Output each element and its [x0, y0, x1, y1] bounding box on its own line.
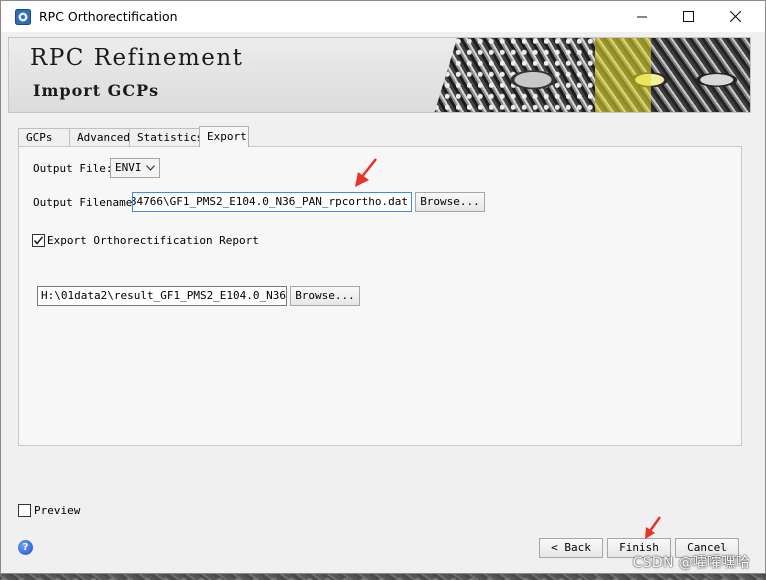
satellite-image-grayscale	[434, 38, 599, 112]
tab-bar: GCPs Advanced Statistics Export	[18, 126, 249, 147]
dialog-window: RPC Orthorectification RPC Refinement Im…	[0, 0, 766, 574]
export-report-label: Export Orthorectification Report	[47, 234, 259, 247]
banner-subtitle: Import GCPs	[33, 81, 160, 100]
tab-statistics[interactable]: Statistics	[129, 128, 203, 147]
output-file-select[interactable]: ENVI	[110, 158, 160, 178]
export-panel: Output File: ENVI Output Filename: 00028…	[18, 146, 742, 446]
output-filename-browse-button[interactable]: Browse...	[415, 192, 485, 212]
output-file-value: ENVI	[115, 161, 142, 174]
minimize-icon	[637, 16, 647, 17]
tab-export[interactable]: Export	[199, 126, 249, 147]
maximize-icon	[682, 11, 694, 22]
banner-title: RPC Refinement	[30, 45, 244, 71]
preview-checkbox[interactable]	[18, 504, 31, 517]
window-title: RPC Orthorectification	[39, 9, 178, 24]
report-path-field[interactable]: H:\01data2\result_GF1_PMS2_E104.0_N36.0_…	[37, 286, 287, 306]
help-icon[interactable]: ?	[18, 540, 33, 555]
output-filename-value: 000284766\GF1_PMS2_E104.0_N36_PAN_rpcort…	[132, 195, 408, 208]
watermark-text: CSDN @嚯嚯嘿哈	[632, 555, 750, 571]
wizard-banner: RPC Refinement Import GCPs	[8, 37, 751, 113]
title-bar: RPC Orthorectification	[1, 1, 765, 32]
preview-label: Preview	[34, 504, 81, 517]
output-file-label: Output File:	[33, 162, 113, 175]
report-browse-button[interactable]: Browse...	[290, 286, 360, 306]
close-icon	[729, 11, 741, 22]
close-button[interactable]	[712, 1, 758, 32]
checkmark-icon	[33, 236, 44, 245]
back-button[interactable]: < Back	[539, 538, 603, 558]
tab-gcps[interactable]: GCPs	[18, 128, 70, 147]
envi-app-icon	[15, 8, 31, 25]
maximize-button[interactable]	[665, 1, 711, 32]
satellite-image-highlighted	[595, 38, 750, 112]
tab-advanced[interactable]: Advanced	[69, 128, 130, 147]
output-filename-field[interactable]: 000284766\GF1_PMS2_E104.0_N36_PAN_rpcort…	[132, 192, 412, 212]
report-path-value: H:\01data2\result_GF1_PMS2_E104.0_N36.0_…	[41, 289, 287, 302]
minimize-button[interactable]	[619, 1, 665, 32]
chevron-down-icon	[146, 165, 155, 171]
output-filename-label: Output Filename:	[33, 196, 139, 209]
export-report-checkbox[interactable]	[32, 234, 45, 247]
